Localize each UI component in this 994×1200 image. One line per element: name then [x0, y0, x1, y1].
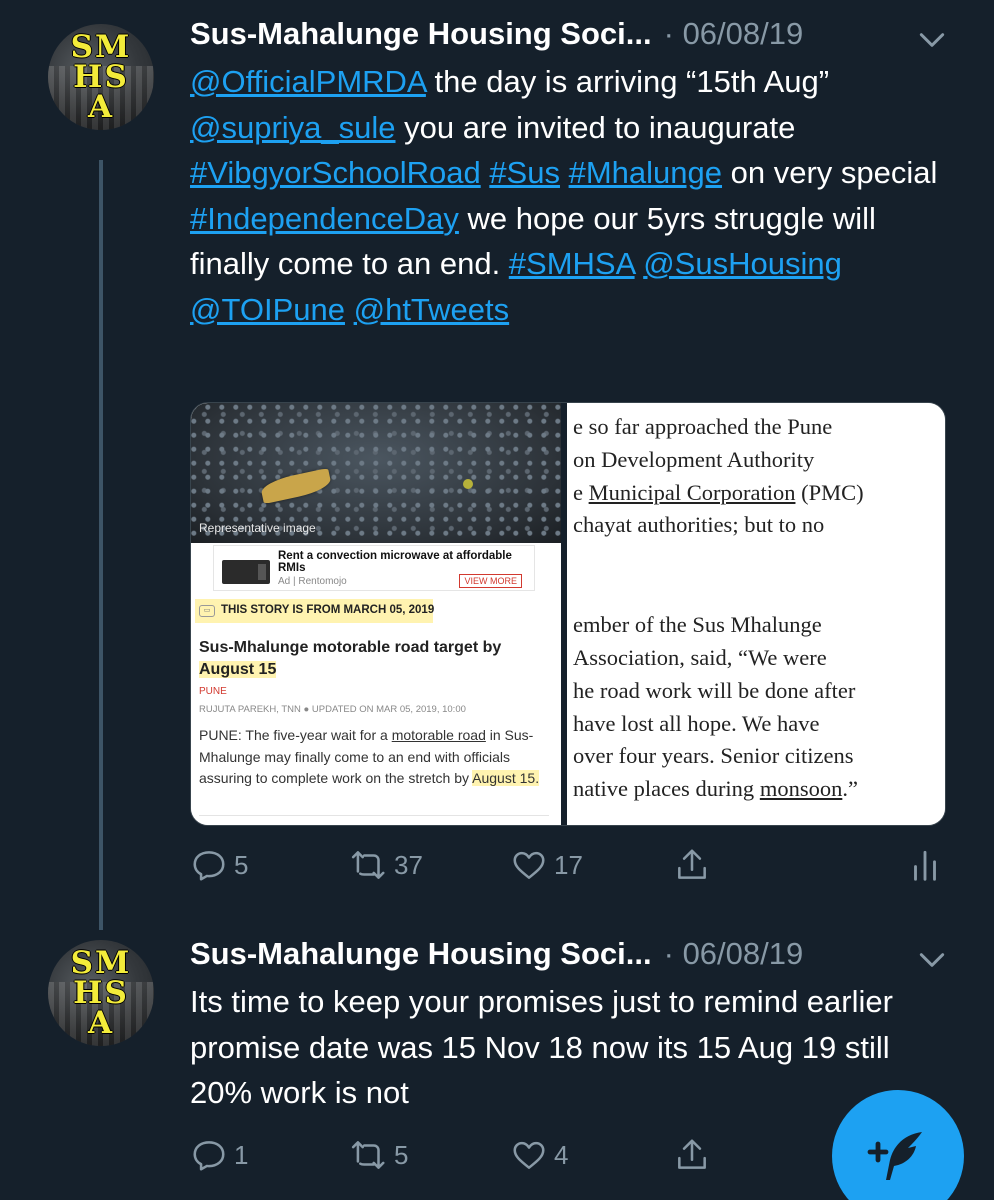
author-avatar[interactable]: SM HS A — [48, 24, 154, 130]
article-line: on Development Authority — [573, 446, 815, 472]
reply-count: 5 — [234, 849, 249, 880]
analytics-button[interactable] — [906, 846, 950, 884]
retweet-icon — [351, 1141, 385, 1169]
article-line: chayat authorities; but to no — [573, 512, 825, 538]
mention-link[interactable]: @supriya_sule — [190, 110, 396, 145]
leaf-shape-small — [463, 479, 473, 489]
tweet-date: · 06/08/19 — [663, 16, 804, 51]
media-image-left[interactable]: Representative image Rent a convection m… — [191, 403, 561, 825]
article-line: e so far approached the Pune — [573, 414, 833, 439]
microwave-image — [222, 560, 270, 584]
image-caption: Representative image — [199, 521, 316, 535]
tweet-actions: 5 37 17 — [190, 846, 950, 890]
chevron-down-icon[interactable] — [916, 24, 948, 56]
mention-link[interactable]: @htTweets — [354, 292, 510, 327]
ad-box: Rent a convection microwave at affordabl… — [213, 545, 535, 591]
reply-icon — [193, 851, 225, 881]
article-line: ember of the Sus Mhalunge — [573, 612, 822, 638]
hashtag-link[interactable]: #VibgyorSchoolRoad — [190, 155, 481, 190]
tweet-header: Sus-Mahalunge Housing Soci... · 06/08/19 — [190, 16, 803, 52]
like-count: 4 — [554, 1139, 569, 1170]
avatar-logo: SM HS A — [70, 29, 132, 125]
tweet-text: Its time to keep your promises just to r… — [190, 984, 893, 1110]
tweet-1[interactable]: SM HS A Sus-Mahalunge Housing Soci... · … — [0, 0, 994, 940]
hashtag-link[interactable]: #IndependenceDay — [190, 201, 459, 236]
leaf-shape — [259, 467, 333, 505]
ad-title: Rent a convection microwave at affordabl… — [278, 550, 512, 574]
compose-tweet-icon — [867, 1132, 922, 1180]
mention-link[interactable]: @TOIPune — [190, 292, 345, 327]
road-photo: Representative image — [191, 403, 561, 543]
like-icon — [513, 851, 545, 879]
retweet-button[interactable]: 5 — [350, 1136, 408, 1174]
author-avatar[interactable]: SM HS A — [48, 940, 154, 1046]
hashtag-link[interactable]: #Mhalunge — [569, 155, 722, 190]
article-headline: Sus-Mhalunge motorable road target by Au… — [199, 639, 502, 678]
article-line: have lost all hope. We have — [573, 710, 820, 736]
story-date-tag: ▭ THIS STORY IS FROM MARCH 05, 2019 — [195, 599, 435, 623]
tweet-text-segment — [560, 155, 569, 190]
reply-button[interactable]: 1 — [190, 1136, 248, 1174]
article-line: e Municipal Corporation (PMC) — [573, 479, 864, 505]
tweet-media[interactable]: Representative image Rent a convection m… — [190, 402, 946, 826]
share-button[interactable] — [673, 846, 717, 884]
tweet-header: Sus-Mahalunge Housing Soci... · 06/08/19 — [190, 936, 803, 972]
article-line: native places during monsoon.” — [573, 776, 858, 802]
reply-count: 1 — [234, 1139, 249, 1170]
calendar-icon: ▭ — [199, 605, 215, 617]
article-body: PUNE: The five-year wait for a motorable… — [199, 727, 540, 786]
ad-source: Ad | Rentomojo — [278, 576, 347, 587]
tweet-date: · 06/08/19 — [663, 936, 804, 971]
article-line: he road work will be done after — [573, 677, 856, 703]
author-name[interactable]: Sus-Mahalunge Housing Soci... — [190, 16, 652, 52]
mention-link[interactable]: @OfficialPMRDA — [190, 64, 426, 99]
reply-button[interactable]: 5 — [190, 846, 248, 884]
media-image-right[interactable]: e so far approached the Pune on Developme… — [567, 403, 945, 825]
tweet-text-segment: the day is arriving “15th Aug” — [425, 64, 830, 99]
hashtag-link[interactable]: #Sus — [489, 155, 560, 190]
analytics-icon — [914, 850, 936, 881]
retweet-count: 37 — [394, 849, 423, 880]
share-icon — [678, 849, 706, 879]
tweet-text-segment — [345, 292, 354, 327]
retweet-icon — [351, 851, 385, 879]
ad-view-more-button: VIEW MORE — [459, 574, 522, 588]
author-name[interactable]: Sus-Mahalunge Housing Soci... — [190, 936, 652, 972]
like-button[interactable]: 17 — [510, 846, 583, 884]
article-text-crop: e so far approached the Pune on Developme… — [573, 411, 945, 806]
tweet-text-segment: on very special — [722, 155, 938, 190]
story-date-text: THIS STORY IS FROM MARCH 05, 2019 — [221, 604, 435, 616]
like-button[interactable]: 4 — [510, 1136, 568, 1174]
article-byline: RUJUTA PAREKH, TNN ● UPDATED ON MAR 05, … — [199, 704, 466, 715]
tweet-text: @OfficialPMRDA the day is arriving “15th… — [190, 59, 950, 332]
share-icon — [678, 1139, 706, 1169]
hashtag-link[interactable]: #SMHSA — [509, 246, 635, 281]
reply-icon — [193, 1141, 225, 1171]
like-icon — [513, 1141, 545, 1169]
chevron-down-icon[interactable] — [916, 944, 948, 976]
avatar-logo: SM HS A — [70, 945, 132, 1041]
article-section: PUNE — [199, 686, 227, 697]
share-button[interactable] — [673, 1136, 717, 1174]
retweet-count: 5 — [394, 1139, 409, 1170]
thread-connector-line — [99, 160, 103, 930]
divider — [199, 815, 549, 816]
article-line: Association, said, “We were — [573, 644, 827, 670]
article-line: over four years. Senior citizens — [573, 743, 854, 769]
tweet-text-segment: you are invited to inaugurate — [395, 109, 796, 145]
mention-link[interactable]: @SusHousing — [643, 246, 842, 281]
tweet-text-segment — [635, 246, 644, 281]
retweet-button[interactable]: 37 — [350, 846, 423, 884]
like-count: 17 — [554, 849, 583, 880]
